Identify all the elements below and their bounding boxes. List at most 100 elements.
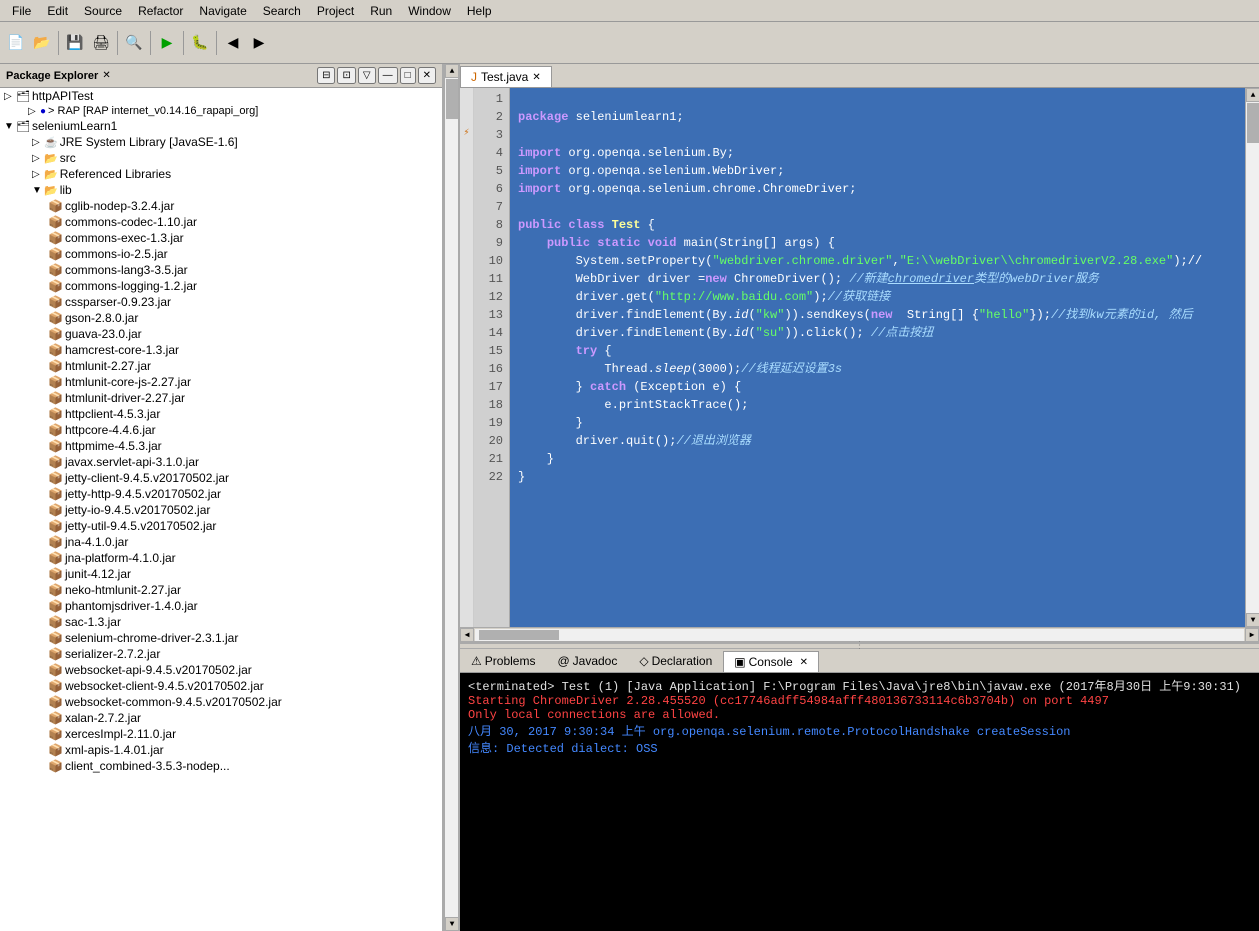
tab-console[interactable]: ▣ Console ✕ — [723, 651, 819, 672]
jar-icon: 📦 — [48, 679, 63, 693]
menu-navigate[interactable]: Navigate — [191, 2, 254, 20]
tree-item-rap[interactable]: ▷ ● > RAP [RAP internet_v0.14.16_rapapi_… — [0, 104, 442, 118]
list-item[interactable]: 📦htmlunit-driver-2.27.jar — [0, 390, 442, 406]
left-vertical-scrollbar[interactable]: ▲ ▼ — [444, 64, 458, 931]
editor-scroll-thumb[interactable] — [1247, 103, 1259, 143]
link-with-editor-button[interactable]: ⊡ — [337, 67, 355, 84]
jar-icon: 📦 — [48, 583, 63, 597]
menu-source[interactable]: Source — [76, 2, 130, 20]
list-item[interactable]: 📦xml-apis-1.4.01.jar — [0, 742, 442, 758]
list-item[interactable]: 📦junit-4.12.jar — [0, 566, 442, 582]
print-button[interactable]: 🖨 — [89, 31, 113, 55]
hscroll-track[interactable] — [475, 629, 1244, 641]
list-item[interactable]: 📦websocket-common-9.4.5.v20170502.jar — [0, 694, 442, 710]
list-item[interactable]: 📦javax.servlet-api-3.1.0.jar — [0, 454, 442, 470]
tree-item-jre[interactable]: ▷ ☕ JRE System Library [JavaSE-1.6] — [0, 134, 442, 150]
line-marker-cell — [460, 376, 473, 394]
tree-item-referencedLibraries[interactable]: ▷ 📂 Referenced Libraries — [0, 166, 442, 182]
jar-icon: 📦 — [48, 711, 63, 725]
menu-window[interactable]: Window — [400, 2, 459, 20]
list-item[interactable]: 📦client_combined-3.5.3-nodep... — [0, 758, 442, 774]
list-item[interactable]: 📦websocket-api-9.4.5.v20170502.jar — [0, 662, 442, 678]
list-item[interactable]: 📦jna-4.1.0.jar — [0, 534, 442, 550]
new-button[interactable]: 📄 — [4, 31, 28, 55]
list-item[interactable]: 📦websocket-client-9.4.5.v20170502.jar — [0, 678, 442, 694]
tab-problems[interactable]: ⚠ Problems — [460, 650, 546, 672]
list-item[interactable]: 📦gson-2.8.0.jar — [0, 310, 442, 326]
list-item[interactable]: 📦commons-io-2.5.jar — [0, 246, 442, 262]
list-item[interactable]: 📦jetty-client-9.4.5.v20170502.jar — [0, 470, 442, 486]
menu-help[interactable]: Help — [459, 2, 500, 20]
list-item[interactable]: 📦jna-platform-4.1.0.jar — [0, 550, 442, 566]
list-item[interactable]: 📦phantomjsdriver-1.4.0.jar — [0, 598, 442, 614]
close-explorer-button[interactable]: ✕ — [418, 67, 436, 84]
list-item[interactable]: 📦sac-1.3.jar — [0, 614, 442, 630]
tree-label-lib: lib — [60, 183, 72, 197]
menu-file[interactable]: File — [4, 2, 39, 20]
close-console-icon[interactable]: ✕ — [800, 657, 808, 668]
editor-scroll-down-button[interactable]: ▼ — [1246, 613, 1259, 627]
tab-test-java[interactable]: J Test.java ✕ — [460, 66, 552, 87]
open-button[interactable]: 📂 — [30, 31, 54, 55]
tree-item-httpAPITest[interactable]: ▷ 🗂 httpAPITest — [0, 88, 442, 104]
list-item[interactable]: 📦guava-23.0.jar — [0, 326, 442, 342]
search-button[interactable]: 🔍 — [122, 31, 146, 55]
list-item[interactable]: 📦hamcrest-core-1.3.jar — [0, 342, 442, 358]
list-item[interactable]: 📦cssparser-0.9.23.jar — [0, 294, 442, 310]
tree-item-src[interactable]: ▷ 📂 src — [0, 150, 442, 166]
list-item[interactable]: 📦jetty-http-9.4.5.v20170502.jar — [0, 486, 442, 502]
tree-item-seleniumLearn1[interactable]: ▼ 🗂 seleniumLearn1 — [0, 118, 442, 134]
run-button[interactable]: ▶ — [155, 31, 179, 55]
scroll-thumb[interactable] — [446, 79, 458, 119]
list-item[interactable]: 📦httpcore-4.4.6.jar — [0, 422, 442, 438]
minimize-button[interactable]: — — [378, 67, 398, 84]
list-item[interactable]: 📦jetty-util-9.4.5.v20170502.jar — [0, 518, 442, 534]
list-item[interactable]: 📦xalan-2.7.2.jar — [0, 710, 442, 726]
next-button[interactable]: ▶ — [247, 31, 271, 55]
list-item[interactable]: 📦commons-exec-1.3.jar — [0, 230, 442, 246]
menu-run[interactable]: Run — [362, 2, 400, 20]
debug-button[interactable]: 🐛 — [188, 31, 212, 55]
list-item[interactable]: 📦commons-codec-1.10.jar — [0, 214, 442, 230]
collapse-all-button[interactable]: ⊟ — [317, 67, 335, 84]
save-button[interactable]: 💾 — [63, 31, 87, 55]
explorer-tree[interactable]: ▷ 🗂 httpAPITest ▷ ● > RAP [RAP internet_… — [0, 88, 442, 931]
list-item[interactable]: 📦htmlunit-2.27.jar — [0, 358, 442, 374]
editor-scroll-up-button[interactable]: ▲ — [1246, 88, 1259, 102]
tab-javadoc[interactable]: @ Javadoc — [546, 650, 628, 672]
hscroll-thumb[interactable] — [479, 630, 559, 640]
menu-refactor[interactable]: Refactor — [130, 2, 191, 20]
list-item[interactable]: 📦httpclient-4.5.3.jar — [0, 406, 442, 422]
list-item[interactable]: 📦selenium-chrome-driver-2.3.1.jar — [0, 630, 442, 646]
editor-scroll-track[interactable] — [1246, 102, 1259, 613]
list-item[interactable]: 📦jetty-io-9.4.5.v20170502.jar — [0, 502, 442, 518]
list-item[interactable]: 📦htmlunit-core-js-2.27.jar — [0, 374, 442, 390]
menu-edit[interactable]: Edit — [39, 2, 76, 20]
editor-horizontal-scrollbar[interactable]: ◀ ▶ — [460, 627, 1259, 641]
line-marker-cell — [460, 304, 473, 322]
tab-declaration[interactable]: ◇ Declaration — [628, 650, 723, 672]
list-item[interactable]: 📦cglib-nodep-3.2.4.jar — [0, 198, 442, 214]
list-item[interactable]: 📦commons-lang3-3.5.jar — [0, 262, 442, 278]
hscroll-right-button[interactable]: ▶ — [1245, 628, 1259, 642]
scroll-track[interactable] — [445, 78, 458, 917]
jar-label: phantomjsdriver-1.4.0.jar — [65, 599, 198, 613]
scroll-down-button[interactable]: ▼ — [445, 917, 459, 931]
view-menu-button[interactable]: ▽ — [358, 67, 376, 84]
jar-icon: 📦 — [48, 279, 63, 293]
menu-search[interactable]: Search — [255, 2, 309, 20]
close-tab-icon[interactable]: ✕ — [532, 72, 540, 83]
list-item[interactable]: 📦serializer-2.7.2.jar — [0, 646, 442, 662]
hscroll-left-button[interactable]: ◀ — [460, 628, 474, 642]
editor-vertical-scrollbar[interactable]: ▲ ▼ — [1245, 88, 1259, 627]
tree-item-lib[interactable]: ▼ 📂 lib — [0, 182, 442, 198]
maximize-button[interactable]: □ — [400, 67, 416, 84]
list-item[interactable]: 📦commons-logging-1.2.jar — [0, 278, 442, 294]
menu-project[interactable]: Project — [309, 2, 362, 20]
list-item[interactable]: 📦neko-htmlunit-2.27.jar — [0, 582, 442, 598]
scroll-up-button[interactable]: ▲ — [445, 64, 459, 78]
prev-button[interactable]: ◀ — [221, 31, 245, 55]
list-item[interactable]: 📦xercesImpl-2.11.0.jar — [0, 726, 442, 742]
list-item[interactable]: 📦httpmime-4.5.3.jar — [0, 438, 442, 454]
code-editor-content[interactable]: package seleniumlearn1; import org.openq… — [510, 88, 1245, 627]
